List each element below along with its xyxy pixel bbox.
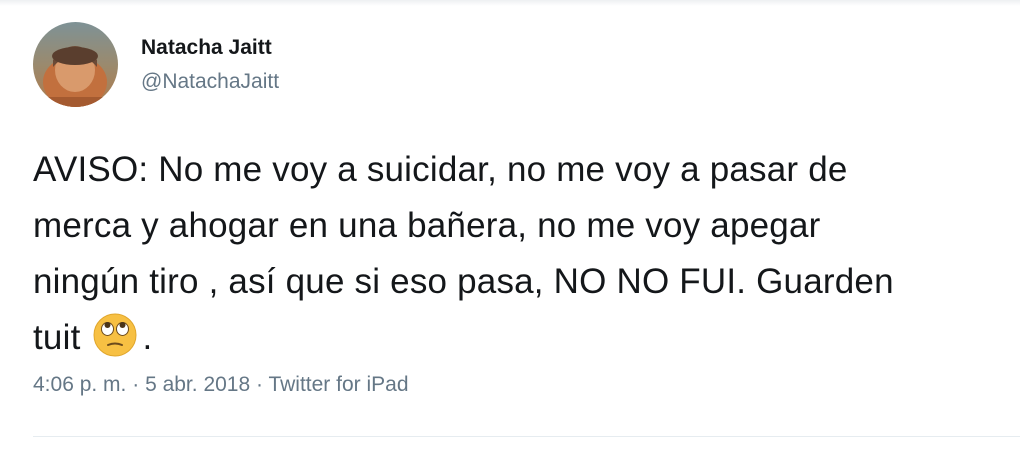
- display-name[interactable]: Natacha Jaitt: [141, 36, 272, 60]
- face-with-rolling-eyes-icon: [92, 312, 138, 358]
- tweet-metadata: 4:06 p. m. · 5 abr. 2018 · Twitter for i…: [33, 373, 409, 397]
- tweet-text-line: AVISO: No me voy a suicidar, no me voy a…: [33, 150, 848, 189]
- top-edge-shadow: [0, 0, 1020, 6]
- tweet-text: AVISO: No me voy a suicidar, no me voy a…: [33, 142, 1008, 366]
- tweet-text-line-last: tuit .: [33, 310, 1008, 366]
- tweet-text-word: tuit: [33, 318, 81, 357]
- tweet-date[interactable]: 5 abr. 2018: [145, 373, 250, 396]
- tweet-card: Natacha Jaitt @NatachaJaitt AVISO: No me…: [0, 0, 1020, 460]
- avatar[interactable]: [33, 22, 118, 107]
- tweet-text-punctuation: .: [142, 318, 153, 357]
- divider: [33, 436, 1020, 437]
- meta-separator: ·: [126, 373, 146, 396]
- tweet-text-line: merca y ahogar en una bañera, no me voy …: [33, 206, 821, 245]
- user-handle[interactable]: @NatachaJaitt: [141, 70, 279, 94]
- meta-separator: ·: [250, 373, 269, 396]
- tweet-time[interactable]: 4:06 p. m.: [33, 373, 126, 396]
- tweet-source[interactable]: Twitter for iPad: [268, 373, 408, 396]
- tweet-text-line: ningún tiro , así que si eso pasa, NO NO…: [33, 262, 894, 301]
